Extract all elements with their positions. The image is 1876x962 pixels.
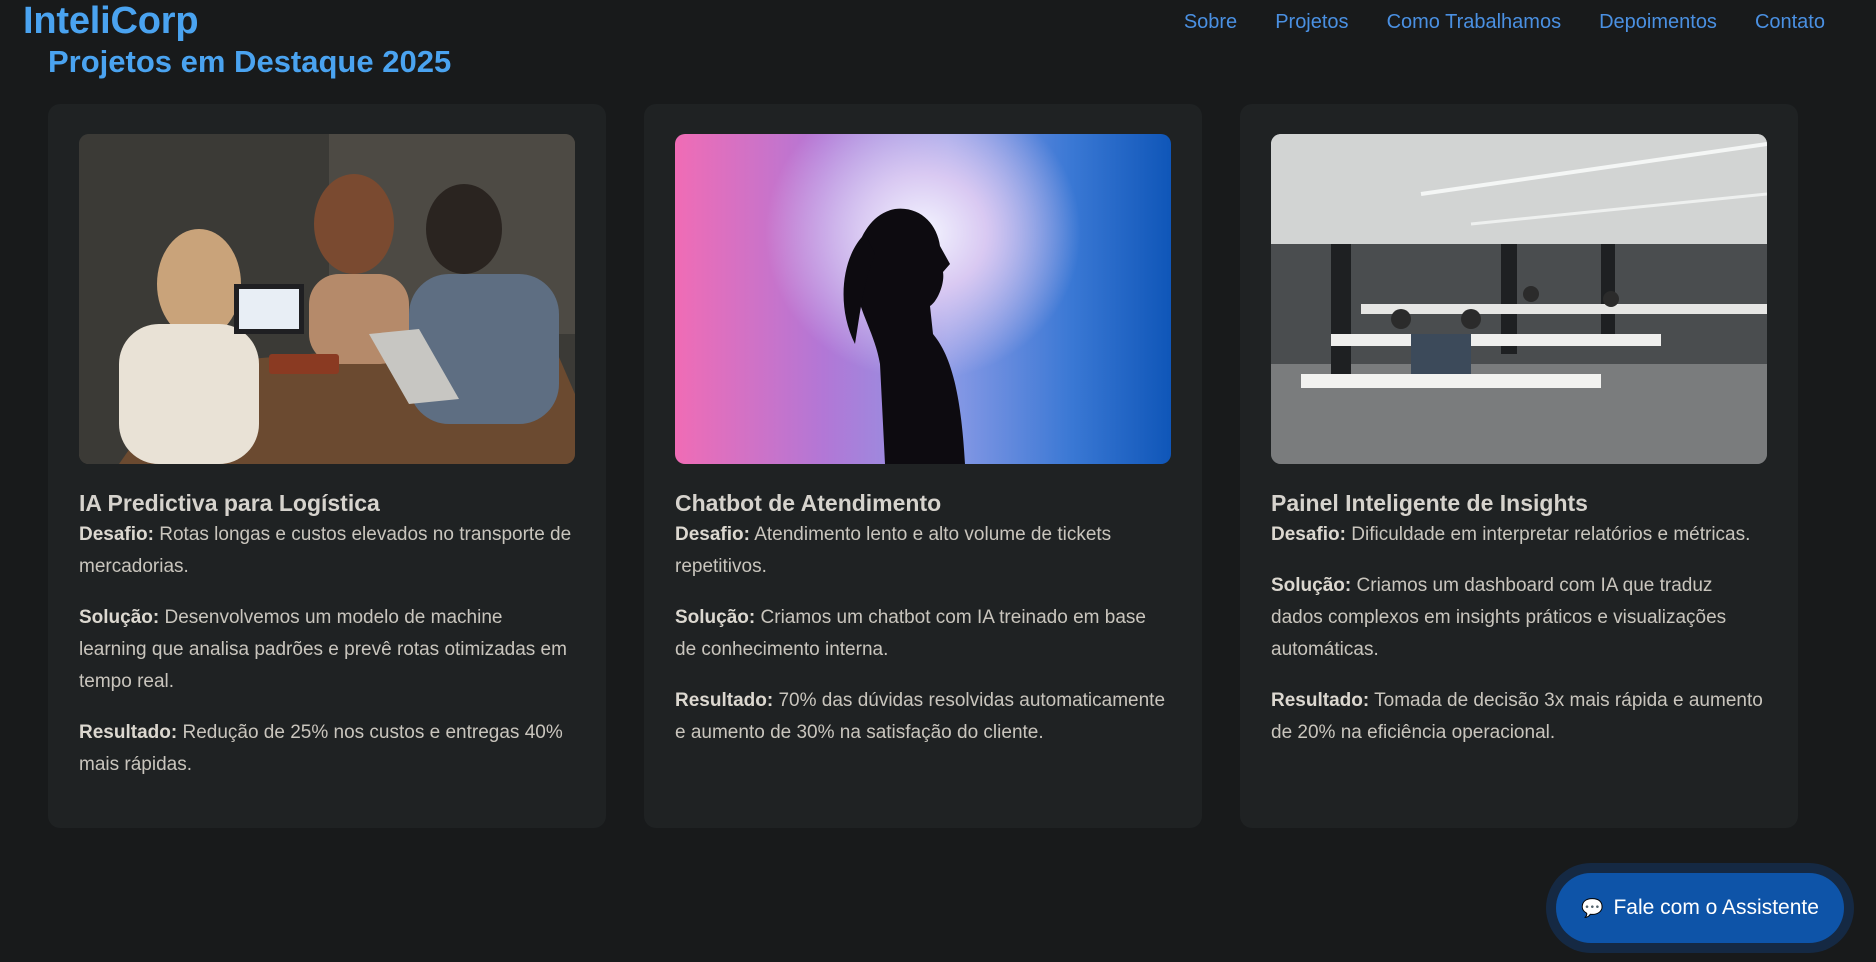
project-result: Resultado: Redução de 25% nos custos e e… <box>79 722 563 775</box>
project-result: Resultado: 70% das dúvidas resolvidas au… <box>675 690 1166 743</box>
project-title: Painel Inteligente de Insights <box>1271 490 1588 516</box>
nav-link-depoimentos[interactable]: Depoimentos <box>1599 11 1717 34</box>
team-laptops-illustration <box>79 134 575 464</box>
project-image <box>675 134 1171 464</box>
assistant-button-wrapper: 💬 Fale com o Assistente <box>1546 863 1854 953</box>
nav-link-sobre[interactable]: Sobre <box>1184 11 1237 34</box>
project-image <box>1271 134 1767 464</box>
project-card: Chatbot de Atendimento Desafio: Atendime… <box>644 104 1202 828</box>
project-solution: Solução: Desenvolvemos um modelo de mach… <box>79 607 567 692</box>
project-title: IA Predictiva para Logística <box>79 490 380 516</box>
site-header: InteliCorp Sobre Projetos Como Trabalham… <box>0 0 1876 46</box>
projects-grid: IA Predictiva para Logística Desafio: Ro… <box>48 104 1798 828</box>
assistant-button-label: Fale com o Assistente <box>1613 896 1819 919</box>
project-challenge: Desafio: Atendimento lento e alto volume… <box>675 524 1112 577</box>
project-card: IA Predictiva para Logística Desafio: Ro… <box>48 104 606 828</box>
project-result: Resultado: Tomada de decisão 3x mais ráp… <box>1271 690 1763 743</box>
project-challenge: Desafio: Rotas longas e custos elevados … <box>79 524 572 577</box>
logo[interactable]: InteliCorp <box>23 0 199 43</box>
open-office-illustration <box>1271 134 1767 464</box>
section-title: Projetos em Destaque 2025 <box>48 44 452 79</box>
main-nav: Sobre Projetos Como Trabalhamos Depoimen… <box>1184 11 1825 34</box>
speech-bubble-icon: 💬 <box>1581 897 1604 918</box>
nav-link-projetos[interactable]: Projetos <box>1275 11 1348 34</box>
project-title: Chatbot de Atendimento <box>675 490 942 516</box>
nav-link-como-trabalhamos[interactable]: Como Trabalhamos <box>1387 11 1562 34</box>
nav-link-contato[interactable]: Contato <box>1755 11 1825 34</box>
project-card: Painel Inteligente de Insights Desafio: … <box>1240 104 1798 828</box>
assistant-button[interactable]: 💬 Fale com o Assistente <box>1556 873 1844 943</box>
project-solution: Solução: Criamos um dashboard com IA que… <box>1271 575 1727 660</box>
project-challenge: Desafio: Dificuldade em interpretar rela… <box>1271 524 1751 545</box>
silhouette-illustration <box>843 208 965 464</box>
project-image <box>79 134 575 464</box>
project-solution: Solução: Criamos um chatbot com IA trein… <box>675 607 1146 660</box>
